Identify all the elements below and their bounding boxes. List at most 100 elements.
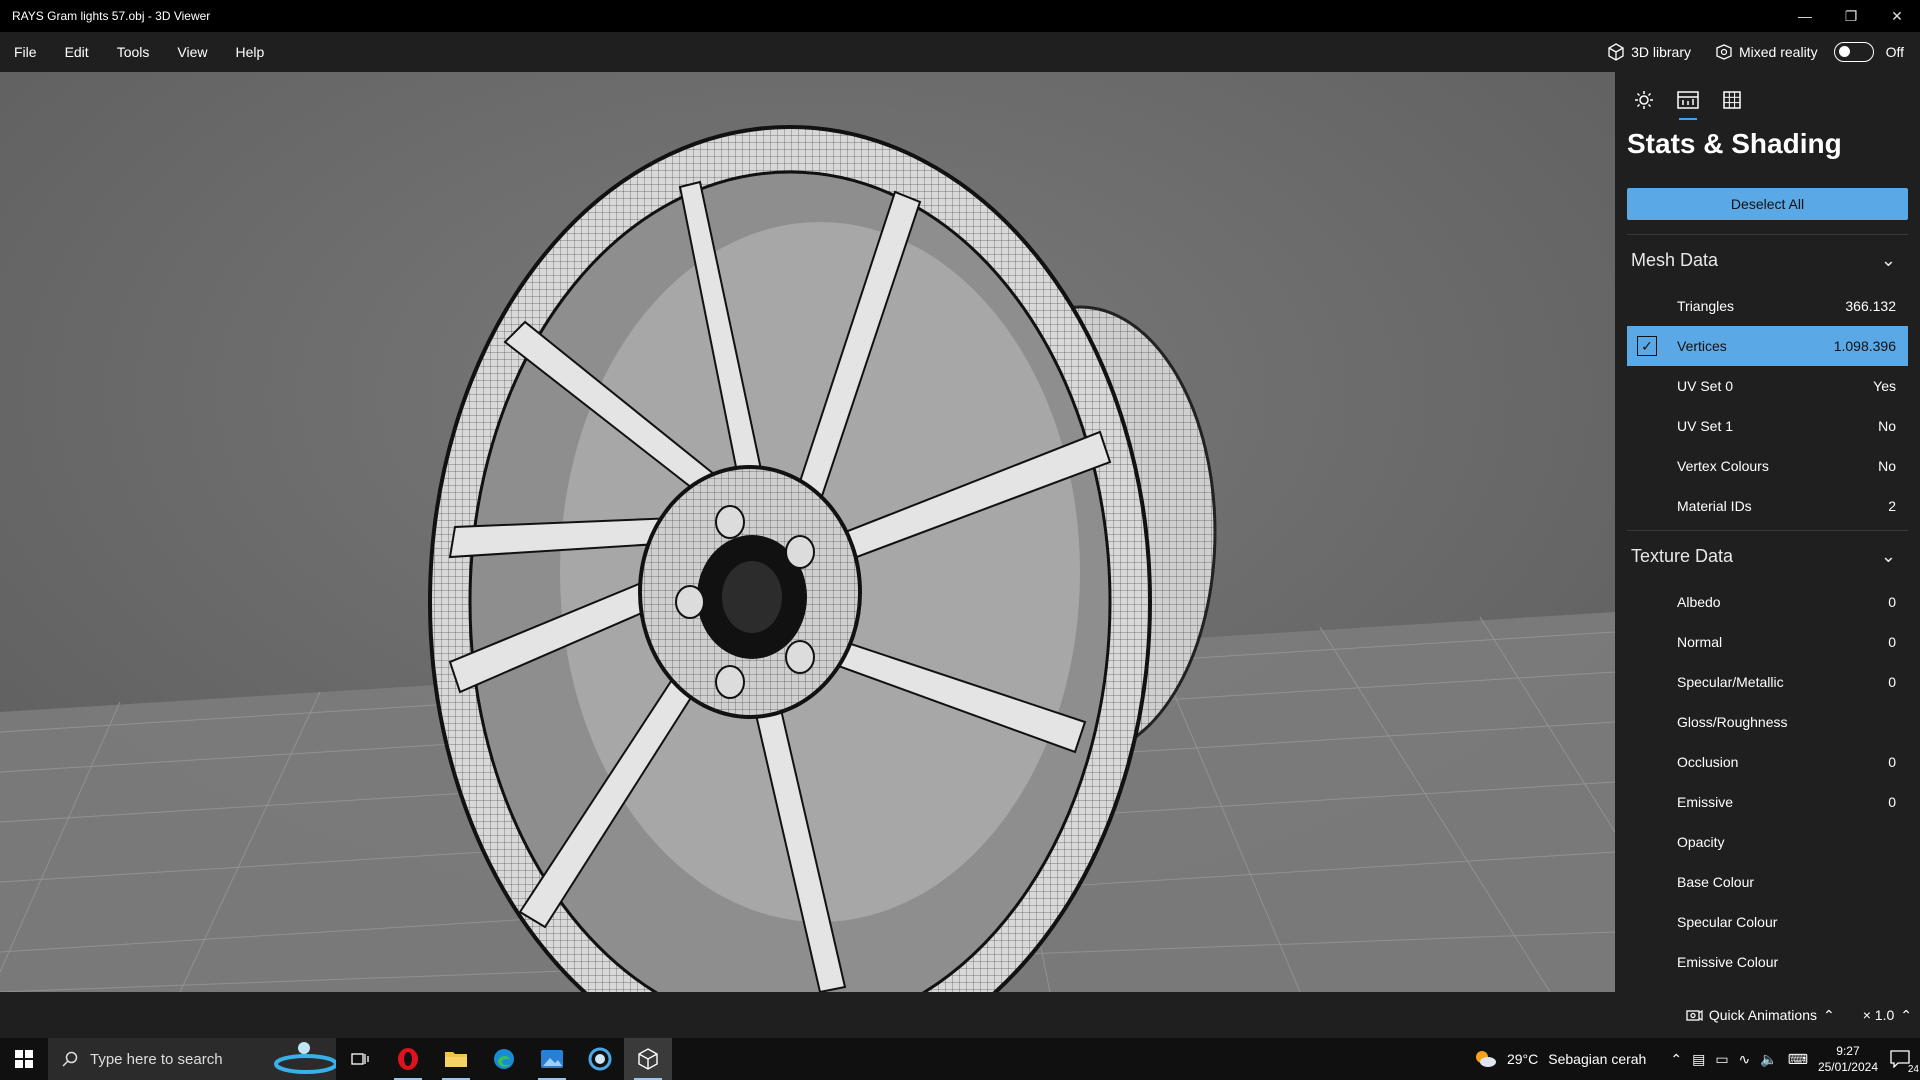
row-value: 0 — [1888, 634, 1896, 650]
start-button[interactable] — [0, 1038, 48, 1080]
texture-row-normal[interactable]: Normal 0 — [1627, 622, 1908, 662]
windows-logo-icon — [15, 1050, 33, 1068]
chevron-down-icon: ⌄ — [1880, 250, 1896, 270]
menu-edit[interactable]: Edit — [51, 44, 103, 60]
speed-value: × 1.0 — [1862, 1007, 1895, 1023]
taskbar-opera[interactable] — [384, 1038, 432, 1080]
3d-viewport[interactable] — [0, 72, 1615, 992]
texture-row-base-colour[interactable]: Base Colour — [1627, 862, 1908, 902]
wheel-render[interactable] — [0, 72, 1615, 992]
mesh-row-vertex-colours[interactable]: Vertex Colours No — [1627, 446, 1908, 486]
row-value: 0 — [1888, 594, 1896, 610]
wifi-icon[interactable]: ∿ — [1739, 1051, 1751, 1068]
mesh-row-uv-set-0[interactable]: UV Set 0 Yes — [1627, 366, 1908, 406]
row-label: Specular Colour — [1677, 914, 1778, 930]
row-label: Vertices — [1677, 338, 1727, 354]
clock-date: 25/01/2024 — [1817, 1060, 1878, 1074]
chevron-down-icon: ⌄ — [1880, 546, 1896, 566]
mesh-data-title: Mesh Data — [1631, 250, 1719, 270]
row-label: Occlusion — [1677, 754, 1739, 770]
menu-bar: File Edit Tools View Help 3D library Mix… — [0, 32, 1920, 72]
battery-icon[interactable]: ▭ — [1715, 1051, 1728, 1068]
opera-icon — [398, 1048, 418, 1070]
taskbar-edge[interactable] — [480, 1038, 528, 1080]
quick-animations-button[interactable]: Quick Animations ⌃ — [1685, 1007, 1835, 1024]
texture-row-gloss-roughness[interactable]: Gloss/Roughness — [1627, 702, 1908, 742]
task-view-button[interactable] — [336, 1038, 384, 1080]
taskbar-search[interactable]: Type here to search — [48, 1038, 336, 1080]
menu-tools[interactable]: Tools — [103, 44, 164, 60]
edge-icon — [494, 1049, 514, 1069]
mesh-row-triangles[interactable]: Triangles 366.132 — [1627, 286, 1908, 326]
quick-animations-label: Quick Animations — [1708, 1007, 1817, 1023]
taskbar-settings-app[interactable] — [576, 1038, 624, 1080]
mesh-row-uv-set-1[interactable]: UV Set 1 No — [1627, 406, 1908, 446]
menu-help[interactable]: Help — [221, 44, 278, 60]
animation-icon — [1686, 1009, 1703, 1022]
mesh-data-header[interactable]: Mesh Data ⌄ — [1627, 234, 1908, 286]
texture-row-specular-colour[interactable]: Specular Colour — [1627, 902, 1908, 942]
keyboard-icon[interactable]: ⌨ — [1788, 1051, 1808, 1068]
stats-shading-panel: Stats & Shading Deselect All Mesh Data ⌄… — [1615, 72, 1920, 992]
checkbox-checked-icon[interactable]: ✓ — [1637, 336, 1657, 356]
row-value: 1.098.396 — [1833, 338, 1896, 354]
menu-view[interactable]: View — [163, 44, 221, 60]
system-tray: 29°C Sebagian cerah ⌃ ▤ ▭ ∿ 🔈 ⌨ 9:27 25/… — [1473, 1043, 1920, 1075]
texture-row-albedo[interactable]: Albedo 0 — [1627, 582, 1908, 622]
restore-button[interactable]: ❐ — [1828, 0, 1874, 32]
folder-icon — [445, 1052, 467, 1067]
weather-desc[interactable]: Sebagian cerah — [1548, 1051, 1646, 1067]
menu-file[interactable]: File — [0, 44, 51, 60]
row-label: Normal — [1677, 634, 1723, 650]
row-value: Yes — [1873, 378, 1896, 394]
mesh-row-vertices[interactable]: ✓ Vertices 1.098.396 — [1627, 326, 1908, 366]
texture-row-emissive[interactable]: Emissive 0 — [1627, 782, 1908, 822]
tab-grid[interactable] — [1715, 84, 1749, 116]
3d-library-button[interactable]: 3D library — [1599, 43, 1699, 61]
close-button[interactable]: ✕ — [1874, 0, 1920, 32]
tab-lighting[interactable] — [1627, 84, 1661, 116]
row-label: Material IDs — [1677, 498, 1752, 514]
mixed-reality-control[interactable]: Mixed reality Off — [1707, 42, 1912, 62]
mixed-reality-toggle[interactable] — [1833, 42, 1874, 62]
row-label: Base Colour — [1677, 874, 1755, 890]
weather-icon[interactable] — [1473, 1049, 1497, 1069]
texture-row-occlusion[interactable]: Occlusion 0 — [1627, 742, 1908, 782]
taskbar-photos[interactable] — [528, 1038, 576, 1080]
taskbar-file-explorer[interactable] — [432, 1038, 480, 1080]
texture-data-header[interactable]: Texture Data ⌄ — [1627, 530, 1908, 582]
minimize-button[interactable]: — — [1782, 0, 1828, 32]
volume-icon[interactable]: 🔈 — [1760, 1051, 1777, 1068]
app-ring-icon — [588, 1047, 612, 1071]
mixed-reality-label: Mixed reality — [1738, 44, 1818, 60]
texture-row-emissive-colour[interactable]: Emissive Colour — [1627, 942, 1908, 982]
row-label: UV Set 0 — [1677, 378, 1734, 394]
chevron-up-icon[interactable]: ⌃ — [1670, 1051, 1682, 1068]
weather-temp[interactable]: 29°C — [1507, 1051, 1538, 1067]
row-value: No — [1878, 458, 1896, 474]
mixed-reality-icon — [1716, 44, 1732, 60]
title-bar: RAYS Gram lights 57.obj - 3D Viewer — ❐ … — [0, 0, 1920, 32]
mesh-row-material-ids[interactable]: Material IDs 2 — [1627, 486, 1908, 526]
chevron-up-icon: ⌃ — [1823, 1006, 1835, 1023]
sun-icon — [1635, 91, 1653, 109]
status-bar: Quick Animations ⌃ × 1.0 ⌃ — [0, 992, 1920, 1038]
panel-tabs — [1615, 72, 1920, 120]
row-label: Vertex Colours — [1677, 458, 1769, 474]
taskbar-3d-viewer[interactable] — [624, 1038, 672, 1080]
texture-row-specular-metallic[interactable]: Specular/Metallic 0 — [1627, 662, 1908, 702]
texture-row-opacity[interactable]: Opacity — [1627, 822, 1908, 862]
notification-center[interactable]: 24 — [1888, 1047, 1920, 1075]
clock[interactable]: 9:27 25/01/2024 — [1818, 1043, 1878, 1075]
mixed-reality-state: Off — [1885, 44, 1904, 60]
deselect-all-button[interactable]: Deselect All — [1627, 188, 1908, 220]
speed-control[interactable]: × 1.0 ⌃ — [1863, 1007, 1912, 1024]
photos-icon — [541, 1050, 563, 1068]
search-icon — [62, 1051, 78, 1067]
network-icon[interactable]: ▤ — [1692, 1051, 1705, 1068]
grid-icon — [1723, 91, 1741, 109]
row-label: UV Set 1 — [1677, 418, 1734, 434]
tab-stats-shading[interactable] — [1671, 84, 1705, 120]
texture-data-title: Texture Data — [1631, 546, 1734, 566]
cube-icon — [638, 1048, 658, 1070]
